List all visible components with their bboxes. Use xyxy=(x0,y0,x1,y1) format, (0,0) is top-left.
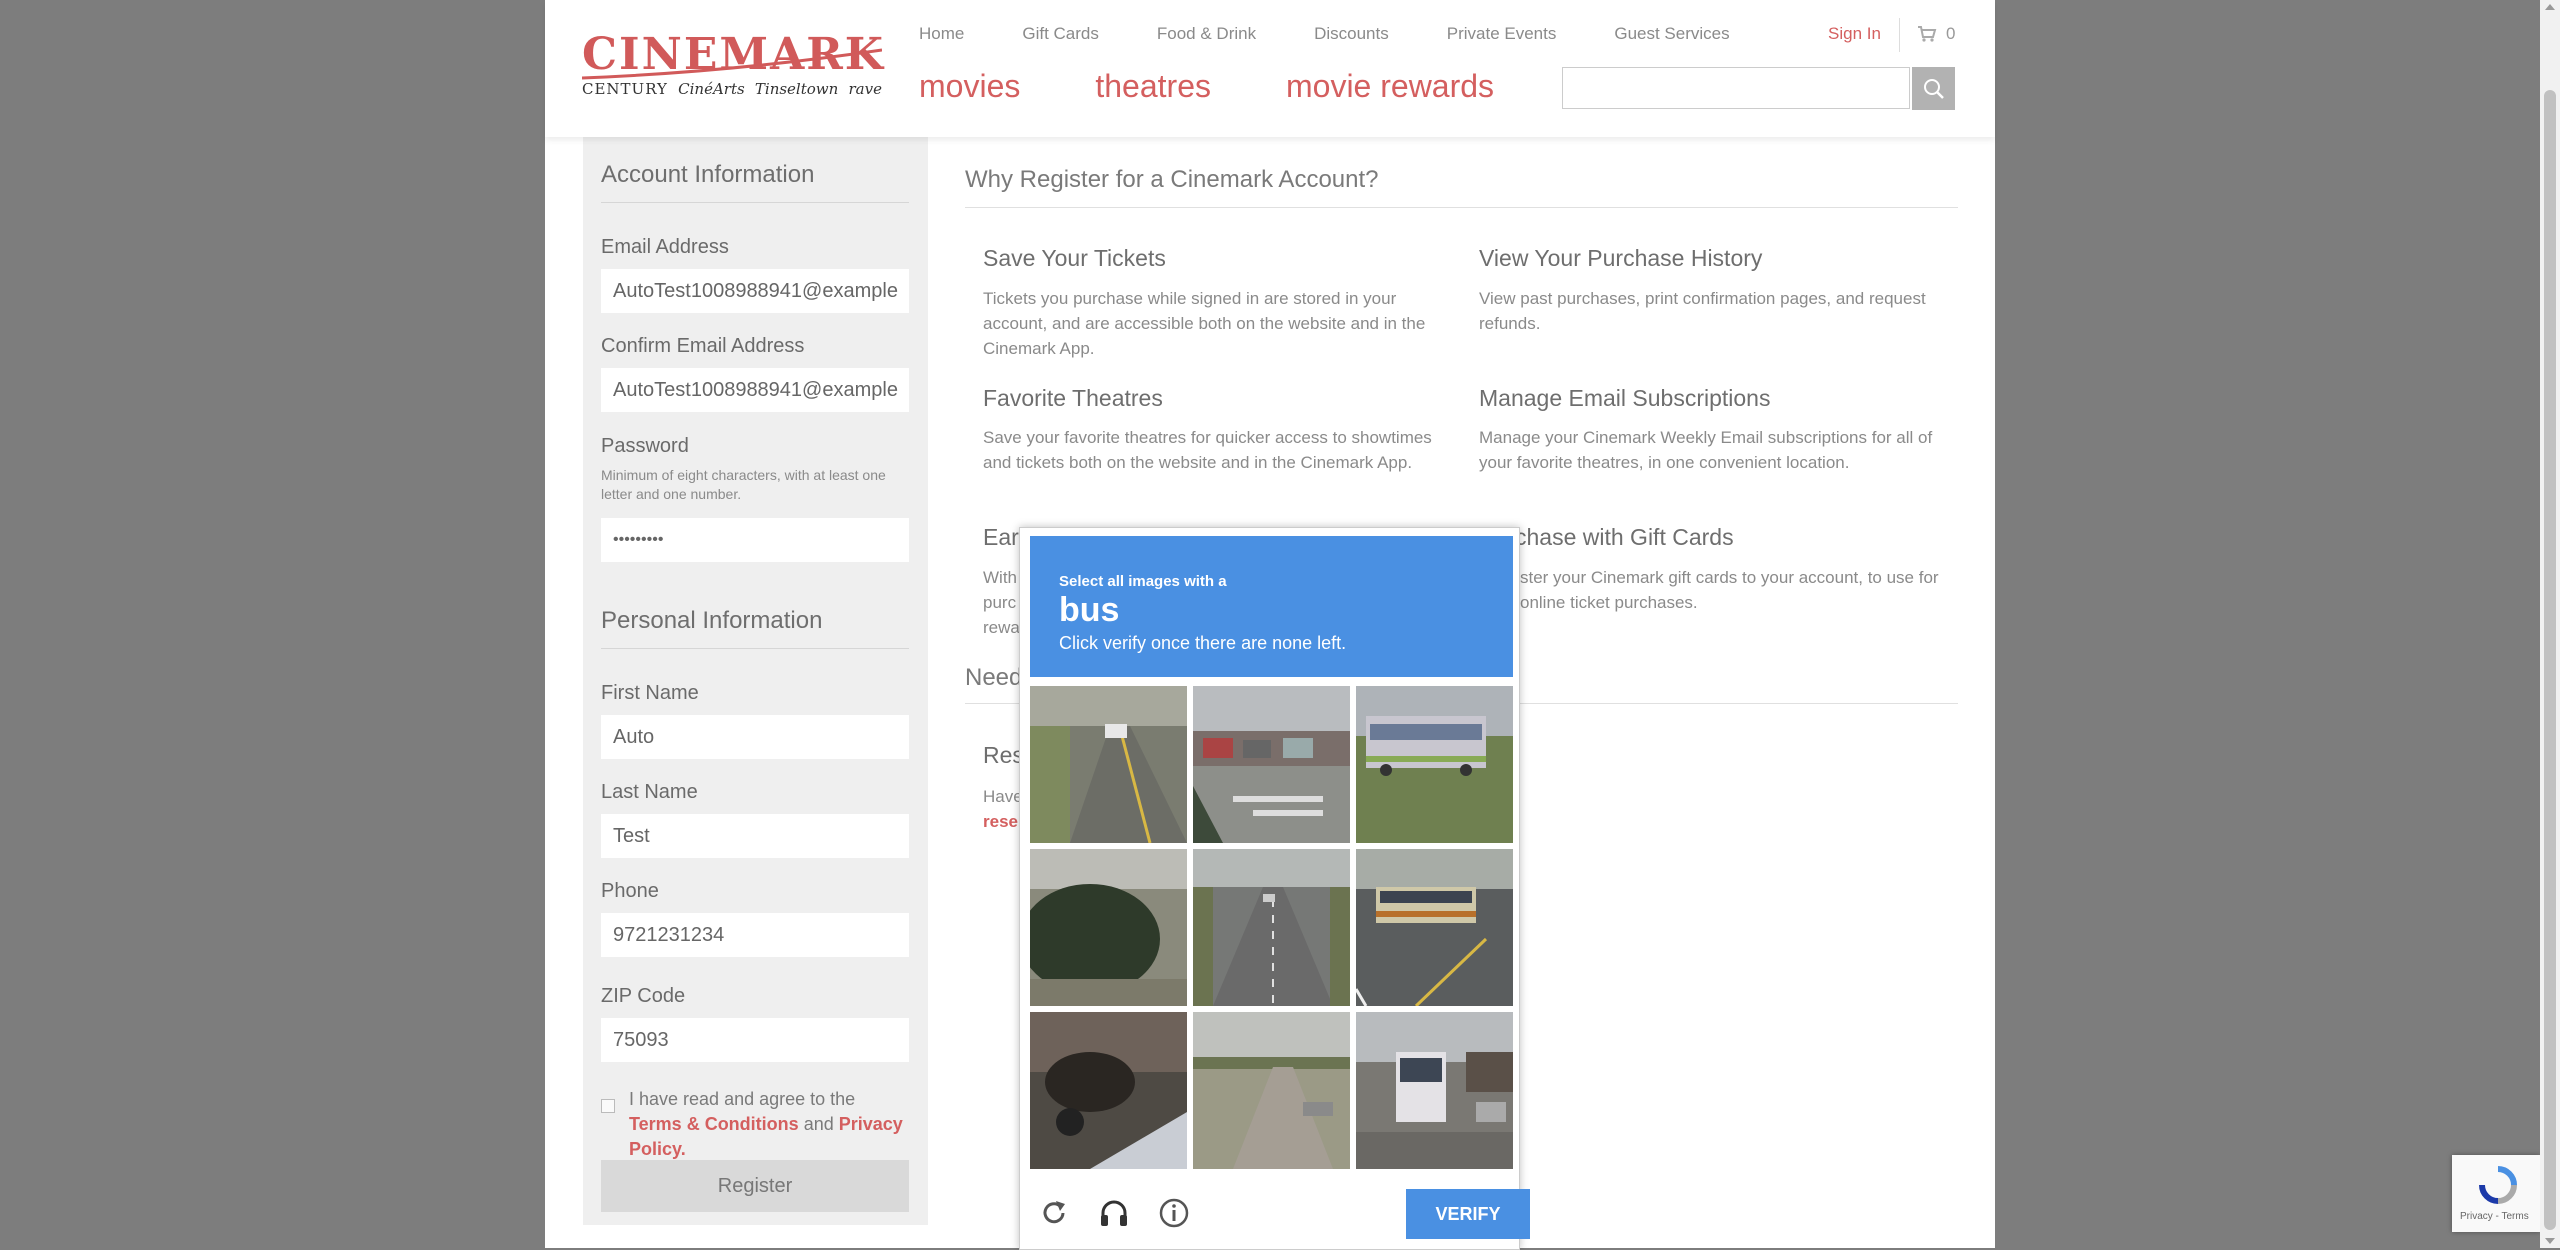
first-name-label: First Name xyxy=(601,682,699,704)
last-name-field[interactable]: Test xyxy=(601,814,909,858)
terms-and: and xyxy=(803,1114,834,1134)
search-input[interactable] xyxy=(1562,67,1910,109)
nav-private-events[interactable]: Private Events xyxy=(1447,24,1557,44)
top-nav: Home Gift Cards Food & Drink Discounts P… xyxy=(919,24,1788,44)
captcha-tile-parking-lot[interactable] xyxy=(1193,686,1350,843)
account-info-title: Account Information xyxy=(601,161,815,188)
logo-brand-tinseltown: Tinseltown xyxy=(754,80,839,98)
terms-text: I have read and agree to the Terms & Con… xyxy=(629,1087,911,1162)
main-nav: movies theatres movie rewards xyxy=(919,68,1569,105)
terms-prefix: I have read and agree to the xyxy=(629,1089,856,1109)
benefit-heading: Save Your Tickets xyxy=(983,245,1166,271)
benefit-text: Tickets you purchase while signed in are… xyxy=(983,289,1426,358)
register-button[interactable]: Register xyxy=(601,1160,909,1212)
refresh-icon[interactable] xyxy=(1038,1197,1070,1229)
captcha-instruction-small: Select all images with a xyxy=(1059,573,1227,590)
benefit-text: Manage your Cinemark Weekly Email subscr… xyxy=(1479,428,1933,472)
page-scrollbar[interactable] xyxy=(2540,0,2560,1248)
logo-wordmark: CINEMARK xyxy=(582,29,886,80)
nav-gift-cards[interactable]: Gift Cards xyxy=(1022,24,1099,44)
header-divider xyxy=(1899,18,1900,52)
captcha-tile-motorcycle[interactable] xyxy=(1030,1012,1187,1169)
cart-icon xyxy=(1918,26,1937,42)
captcha-dialog: Select all images with a bus Click verif… xyxy=(1019,527,1530,1250)
captcha-tile-road-with-cars[interactable] xyxy=(1030,686,1187,843)
email-field[interactable]: AutoTest1008988941@example xyxy=(601,269,909,313)
nav-movie-rewards[interactable]: movie rewards xyxy=(1286,68,1494,105)
info-icon[interactable] xyxy=(1158,1197,1190,1229)
benefit-text: ster your Cinemark gift cards to your ac… xyxy=(1520,568,1939,612)
first-name-field[interactable]: Auto xyxy=(601,715,909,759)
password-field[interactable]: ••••••••• xyxy=(601,518,909,562)
captcha-tile-highway[interactable] xyxy=(1193,849,1350,1006)
benefit-heading: Favorite Theatres xyxy=(983,385,1163,411)
benefit-text: View past purchases, print confirmation … xyxy=(1479,289,1926,333)
confirm-email-field[interactable]: AutoTest1008988941@example xyxy=(601,368,909,412)
captcha-tile-tree[interactable] xyxy=(1030,849,1187,1006)
why-register-title: Why Register for a Cinemark Account? xyxy=(965,166,1379,193)
captcha-target: bus xyxy=(1059,591,1120,629)
captcha-header: Select all images with a bus Click verif… xyxy=(1030,536,1513,677)
captcha-tile-bus-on-grass[interactable] xyxy=(1356,686,1513,843)
zip-field[interactable]: 75093 xyxy=(601,1018,909,1062)
zip-label: ZIP Code xyxy=(601,985,686,1007)
benefit-heading: chase with Gift Cards xyxy=(1515,524,1734,550)
reset-heading: Res xyxy=(983,742,1024,768)
divider xyxy=(601,648,909,649)
captcha-instruction: Click verify once there are none left. xyxy=(1059,633,1347,653)
scroll-thumb[interactable] xyxy=(2544,90,2556,1230)
last-name-label: Last Name xyxy=(601,781,698,803)
sign-in-link[interactable]: Sign In xyxy=(1828,24,1881,44)
logo-brand-century: CENTURY xyxy=(582,80,668,98)
nav-home[interactable]: Home xyxy=(919,24,964,44)
benefit-heading: Manage Email Subscriptions xyxy=(1479,385,1771,411)
search-button[interactable] xyxy=(1912,67,1955,110)
captcha-tile-bus-at-stop[interactable] xyxy=(1356,1012,1513,1169)
cart-button[interactable]: 0 xyxy=(1917,24,1955,44)
benefit-text: With purc rewa xyxy=(983,568,1020,637)
phone-label: Phone xyxy=(601,880,659,902)
logo-brand-rave: rave xyxy=(848,80,882,98)
recaptcha-badge[interactable]: Privacy - Terms xyxy=(2452,1155,2540,1232)
benefit-heading: View Your Purchase History xyxy=(1479,245,1763,271)
terms-link[interactable]: Terms & Conditions xyxy=(629,1114,799,1134)
need-help-title: Need xyxy=(965,664,1023,691)
captcha-footer: VERIFY xyxy=(1030,1185,1530,1240)
verify-button[interactable]: VERIFY xyxy=(1406,1189,1530,1239)
captcha-tile-bus-on-street[interactable] xyxy=(1356,849,1513,1006)
recaptcha-logo-icon xyxy=(2479,1166,2517,1204)
nav-discounts[interactable]: Discounts xyxy=(1314,24,1389,44)
benefit-text: Save your favorite theatres for quicker … xyxy=(983,428,1432,472)
password-label: Password xyxy=(601,435,689,457)
logo-brands: CENTURY CinéArts Tinseltown rave xyxy=(582,80,882,98)
scroll-down-icon[interactable] xyxy=(2545,1238,2555,1244)
site-header: CINEMARK CENTURY CinéArts Tinseltown rav… xyxy=(545,0,1995,137)
audio-challenge-icon[interactable] xyxy=(1098,1197,1130,1229)
terms-agreement: I have read and agree to the Terms & Con… xyxy=(601,1087,911,1162)
password-hint: Minimum of eight characters, with at lea… xyxy=(601,467,886,502)
search-icon xyxy=(1923,78,1944,99)
email-label: Email Address xyxy=(601,236,729,258)
recaptcha-privacy-terms[interactable]: Privacy - Terms xyxy=(2460,1211,2529,1222)
scroll-up-icon[interactable] xyxy=(2545,4,2555,10)
terms-checkbox[interactable] xyxy=(601,1099,615,1113)
logo-brand-cinearts: CinéArts xyxy=(678,80,745,98)
cinemark-logo[interactable]: CINEMARK CENTURY CinéArts Tinseltown rav… xyxy=(582,29,886,100)
nav-food-drink[interactable]: Food & Drink xyxy=(1157,24,1256,44)
divider xyxy=(601,202,909,203)
confirm-email-label: Confirm Email Address xyxy=(601,335,805,357)
phone-field[interactable]: 9721231234 xyxy=(601,913,909,957)
nav-guest-services[interactable]: Guest Services xyxy=(1614,24,1729,44)
nav-movies[interactable]: movies xyxy=(919,68,1020,105)
captcha-grid xyxy=(1030,686,1513,1169)
personal-info-title: Personal Information xyxy=(601,607,823,634)
divider xyxy=(965,207,1958,208)
captcha-tile-road-rural[interactable] xyxy=(1193,1012,1350,1169)
registration-form: Account Information Email Address AutoTe… xyxy=(583,137,928,1225)
nav-theatres[interactable]: theatres xyxy=(1095,68,1211,105)
cart-count: 0 xyxy=(1946,24,1956,43)
